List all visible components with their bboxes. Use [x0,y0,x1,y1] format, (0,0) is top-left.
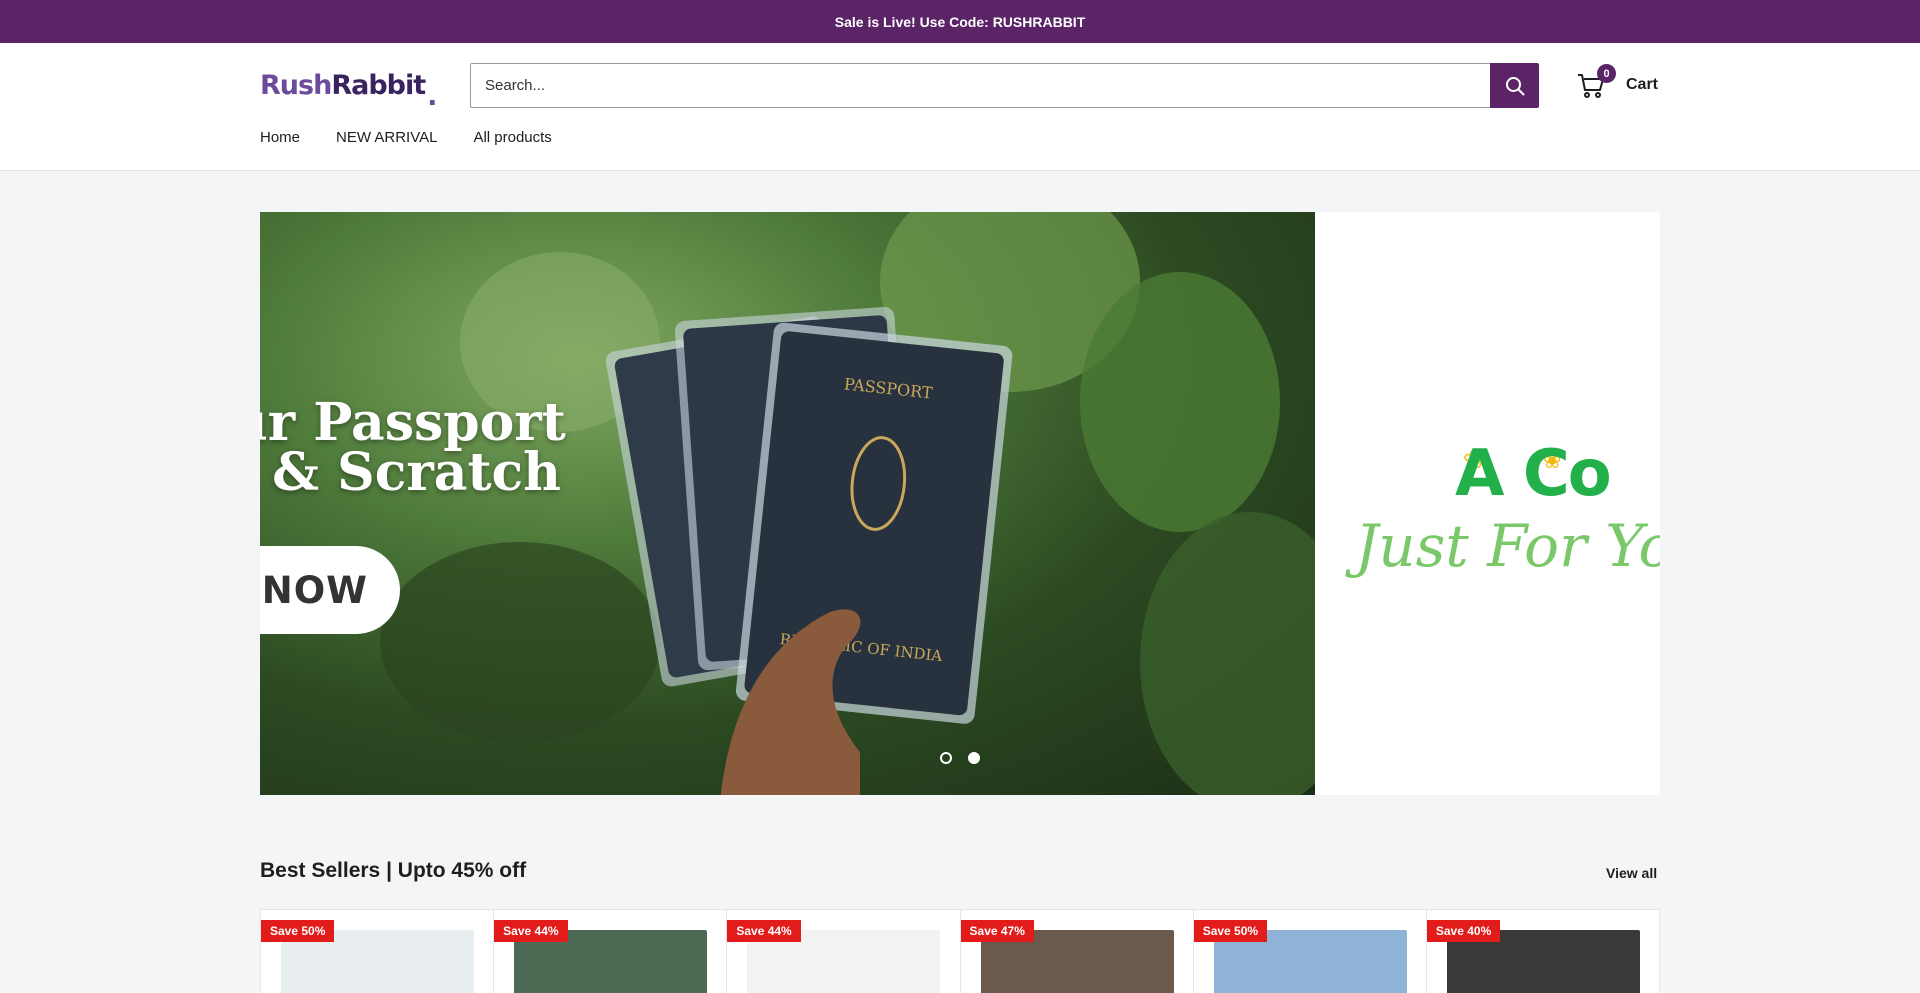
save-badge: Save 44% [727,920,801,942]
save-badge: Save 50% [261,920,335,942]
hero-slide-script-text: Just For You [1355,512,1660,580]
cart-icon: 0 [1576,64,1616,100]
hero-slideshow: PASSPORT REPUBLIC OF INDIA ur Passport t… [260,212,1660,795]
save-badge: Save 44% [494,920,568,942]
search-form [470,63,1539,108]
nav-item-all-products[interactable]: All products [473,129,551,146]
main-nav: Home NEW ARRIVAL All products [260,129,552,146]
cart-count-badge: 0 [1597,64,1616,83]
announcement-text: Sale is Live! Use Code: RUSHRABBIT [834,13,1086,30]
hero-shop-now-button[interactable]: P NOW [260,546,400,634]
passport-image: PASSPORT REPUBLIC OF INDIA [605,306,1013,795]
view-all-link[interactable]: View all [1606,865,1657,881]
product-card[interactable]: Save 40% [1426,910,1659,993]
nav-item-home[interactable]: Home [260,129,300,146]
save-badge: Save 40% [1426,920,1501,942]
logo-text-rush: Rush [260,69,332,101]
hero-slide-passport[interactable]: PASSPORT REPUBLIC OF INDIA ur Passport t… [260,212,1315,795]
logo-text-rabbit: Rabbit [331,69,426,101]
product-card[interactable]: Save 50% [261,910,495,993]
logo-dot: . [425,79,437,112]
product-card[interactable]: Save 44% [494,910,728,993]
best-sellers-title: Best Sellers | Upto 45% off [260,859,527,882]
product-card[interactable]: Save 50% [1193,910,1427,993]
product-card[interactable]: Save 44% [727,910,961,993]
slide-dot-1[interactable] [940,752,952,764]
hero-slide-title: ur Passport t & Scratch [260,392,566,503]
product-card[interactable]: Save 47% [960,910,1194,993]
leaf-shape [1080,272,1280,532]
product-list: Save 50% Save 44% Save 44% Save 47% Save… [260,909,1660,993]
slide-dot-2[interactable] [968,752,980,764]
search-input[interactable] [470,63,1490,108]
site-logo[interactable]: Rush Rabbit. [260,67,437,113]
save-badge: Save 47% [960,920,1034,942]
site-header: RushRabbit. 0 Cart Home NEW ARRIVAL All … [0,43,1920,171]
hero-slide-headline: A Co [1455,437,1612,511]
search-icon [1505,76,1524,95]
search-button[interactable] [1490,63,1539,108]
save-badge: Save 50% [1193,920,1268,942]
slideshow-dots [940,752,980,764]
leaf-shape [1140,512,1315,795]
announcement-bar: Sale is Live! Use Code: RUSHRABBIT [0,0,1920,43]
hero-slide-pets[interactable]: ❀ ❀ A Co Just For You [1315,212,1660,795]
cart-label: Cart [1626,76,1659,93]
cart-link[interactable]: 0 Cart [1576,64,1659,103]
nav-item-new-arrival[interactable]: NEW ARRIVAL [336,129,437,146]
